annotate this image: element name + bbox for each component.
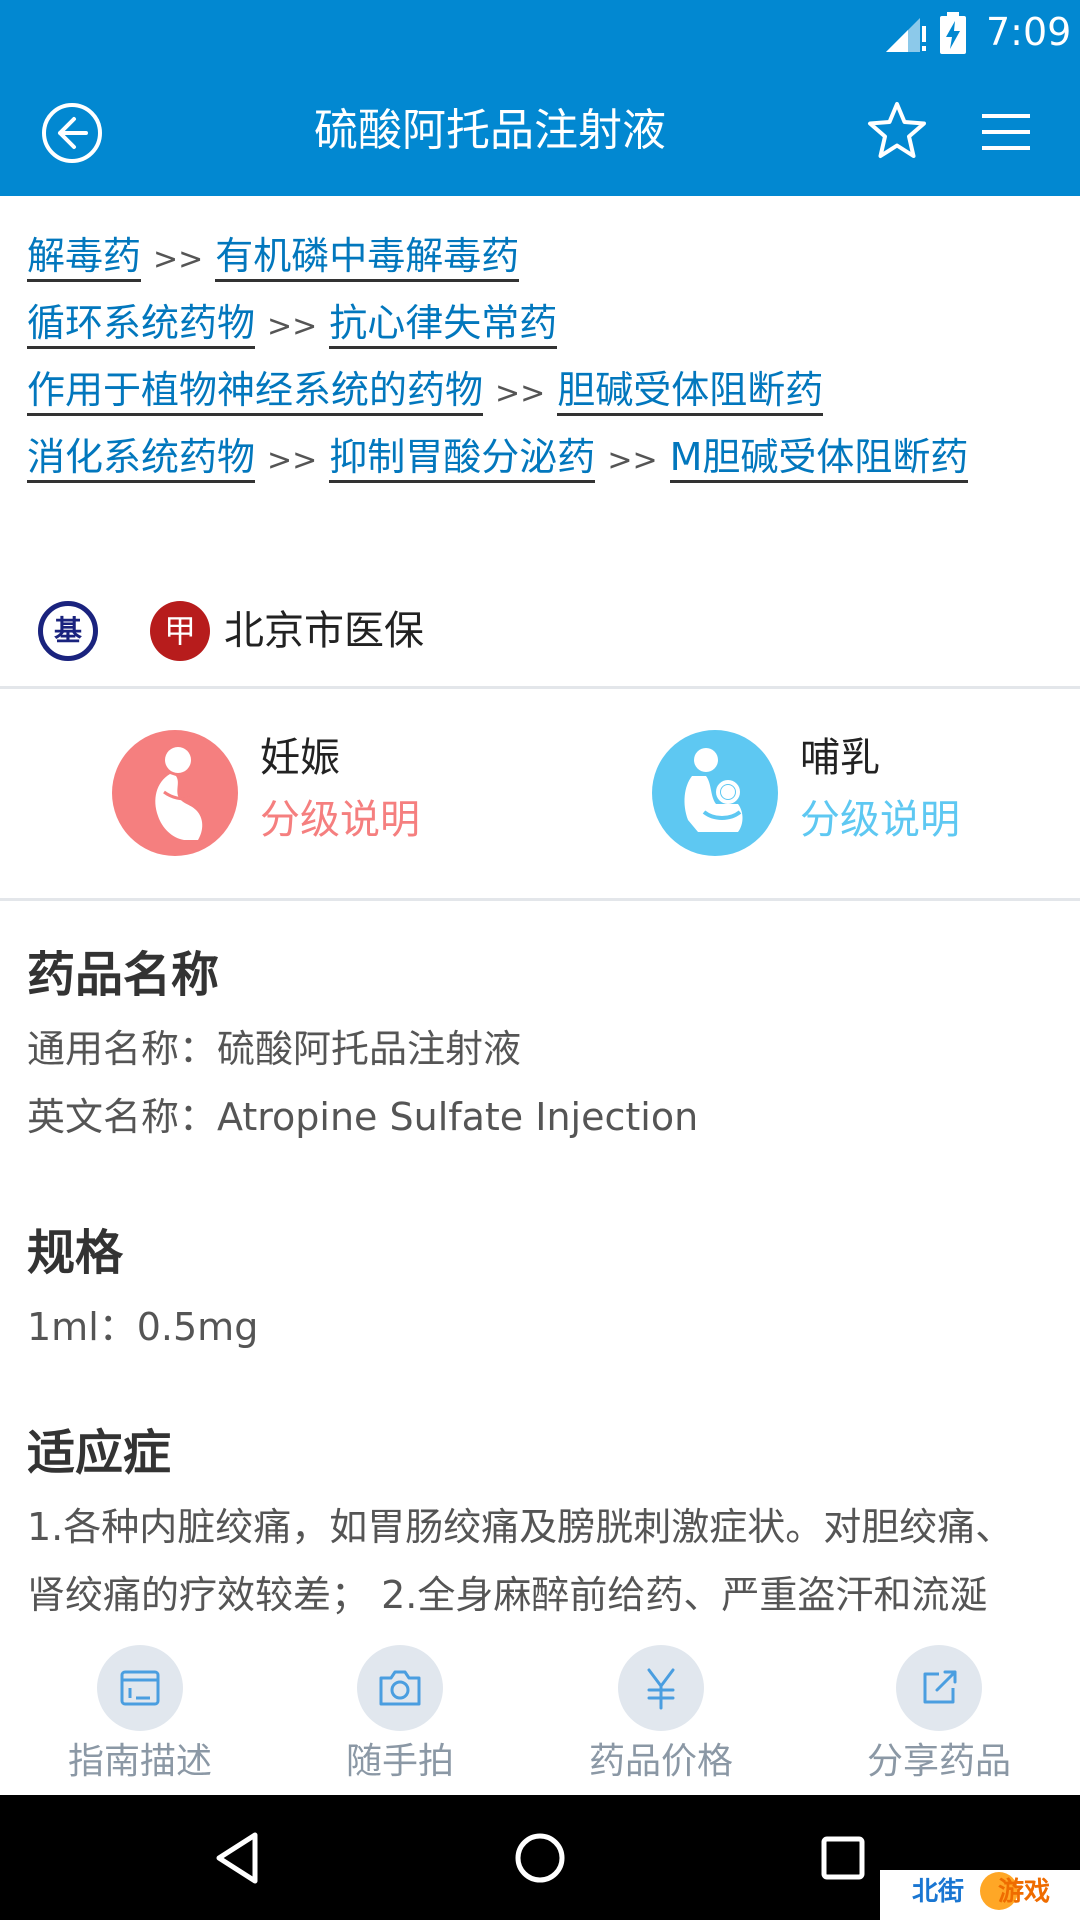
insurance-label: 北京市医保 (224, 608, 424, 654)
yuan-icon (618, 1645, 704, 1731)
basic-drug-badge: 基 (38, 601, 98, 661)
camera-icon (357, 1645, 443, 1731)
watermark-part: 游戏 (998, 1877, 1051, 1907)
back-button[interactable] (40, 101, 104, 165)
specification-heading: 规格 (27, 1225, 124, 1281)
divider (0, 898, 1080, 901)
indications-heading: 适应症 (27, 1425, 172, 1481)
nav-back-icon[interactable] (205, 1825, 271, 1891)
price-label: 药品价格 (588, 1741, 733, 1782)
category-row: 循环系统药物 >> 抗心律失常药 (27, 293, 1057, 360)
category-row: 作用于植物神经系统的药物 >> 胆碱受体阻断药 (27, 360, 1057, 427)
category-row: 解毒药 >> 有机磷中毒解毒药 (27, 226, 1057, 293)
breadcrumb-separator: >> (607, 443, 658, 478)
pregnancy-icon (112, 730, 238, 856)
drug-price-button[interactable]: 药品价格 (551, 1645, 771, 1790)
divider (0, 686, 1080, 689)
category-breadcrumbs: 解毒药 >> 有机磷中毒解毒药 循环系统药物 >> 抗心律失常药 作用于植物神经系统的药… (27, 226, 1057, 494)
page-title: 硫酸阿托品注射液 (314, 105, 666, 156)
category-link[interactable]: 抑制胃酸分泌药 (329, 435, 596, 483)
snapshot-label: 随手拍 (345, 1741, 454, 1782)
generic-name: 通用名称：硫酸阿托品注射液 (27, 1027, 522, 1071)
clock: 7:09 (986, 10, 1072, 54)
indications-text: 肾绞痛的疗效较差； 2.全身麻醉前给药、严重盗汗和流涎 (27, 1573, 988, 1617)
snapshot-button[interactable]: 随手拍 (290, 1645, 510, 1790)
signal-icon (886, 18, 926, 52)
nav-recent-apps-icon[interactable] (810, 1825, 876, 1891)
battery-charging-icon (940, 12, 966, 54)
share-label: 分享药品 (866, 1741, 1011, 1782)
specification-value: 1ml：0.5mg (27, 1305, 259, 1349)
nav-home-icon[interactable] (507, 1825, 573, 1891)
breastfeeding-icon (684, 748, 743, 832)
pregnant-woman-icon (155, 747, 203, 840)
grade-section: 妊娠 分级说明 哺乳 分级说明 (0, 690, 1080, 900)
breadcrumb-separator: >> (267, 309, 318, 344)
guide-icon (97, 1645, 183, 1731)
category-link[interactable]: 消化系统药物 (27, 435, 256, 483)
category-link[interactable]: 有机磷中毒解毒药 (215, 234, 520, 282)
menu-icon[interactable] (980, 106, 1032, 158)
category-link[interactable]: 作用于植物神经系统的药物 (27, 368, 484, 416)
watermark-text: 北街 游戏 (912, 1870, 1050, 1914)
lactation-label: 哺乳 (800, 735, 880, 781)
category-link[interactable]: 解毒药 (27, 234, 142, 282)
category-link[interactable]: 胆碱受体阻断药 (557, 368, 824, 416)
guide-label: 指南描述 (67, 1741, 212, 1782)
guide-description-button[interactable]: 指南描述 (30, 1645, 250, 1790)
drug-name-heading: 药品名称 (27, 947, 220, 1003)
app-bar: 硫酸阿托品注射液 (0, 66, 1080, 196)
insurance-class-badge: 甲 (150, 601, 210, 661)
watermark-logo: 北街 游戏 (880, 1870, 1080, 1920)
share-icon (896, 1645, 982, 1731)
category-link[interactable]: 循环系统药物 (27, 301, 256, 349)
insurance-row: 基 甲 北京市医保 (0, 596, 1080, 666)
breadcrumb-separator: >> (153, 242, 204, 277)
lactation-grade-link[interactable]: 分级说明 (800, 792, 960, 848)
breadcrumb-separator: >> (495, 376, 546, 411)
status-bar: 7:09 (0, 0, 1080, 66)
watermark-part: 北街 (912, 1877, 965, 1907)
pregnancy-grade-link[interactable]: 分级说明 (260, 792, 420, 848)
drug-details: 药品名称 通用名称：硫酸阿托品注射液 英文名称：Atropine Sulfate… (27, 935, 1057, 1625)
pregnancy-label: 妊娠 (260, 735, 340, 781)
indications-text: 1.各种内脏绞痛，如胃肠绞痛及膀胱刺激症状。对胆绞痛、 (27, 1505, 1014, 1549)
breadcrumb-separator: >> (267, 443, 318, 478)
favorite-star-icon[interactable] (866, 100, 928, 162)
category-row: 消化系统药物 >> 抑制胃酸分泌药 >> M胆碱受体阻断药 (27, 427, 1057, 494)
lactation-icon (652, 730, 778, 856)
english-name: 英文名称：Atropine Sulfate Injection (27, 1095, 699, 1139)
share-drug-button[interactable]: 分享药品 (829, 1645, 1049, 1790)
category-link[interactable]: M胆碱受体阻断药 (669, 435, 969, 483)
bottom-toolbar: 指南描述 随手拍 药品价格 分享药品 (0, 1625, 1080, 1795)
category-link[interactable]: 抗心律失常药 (329, 301, 558, 349)
